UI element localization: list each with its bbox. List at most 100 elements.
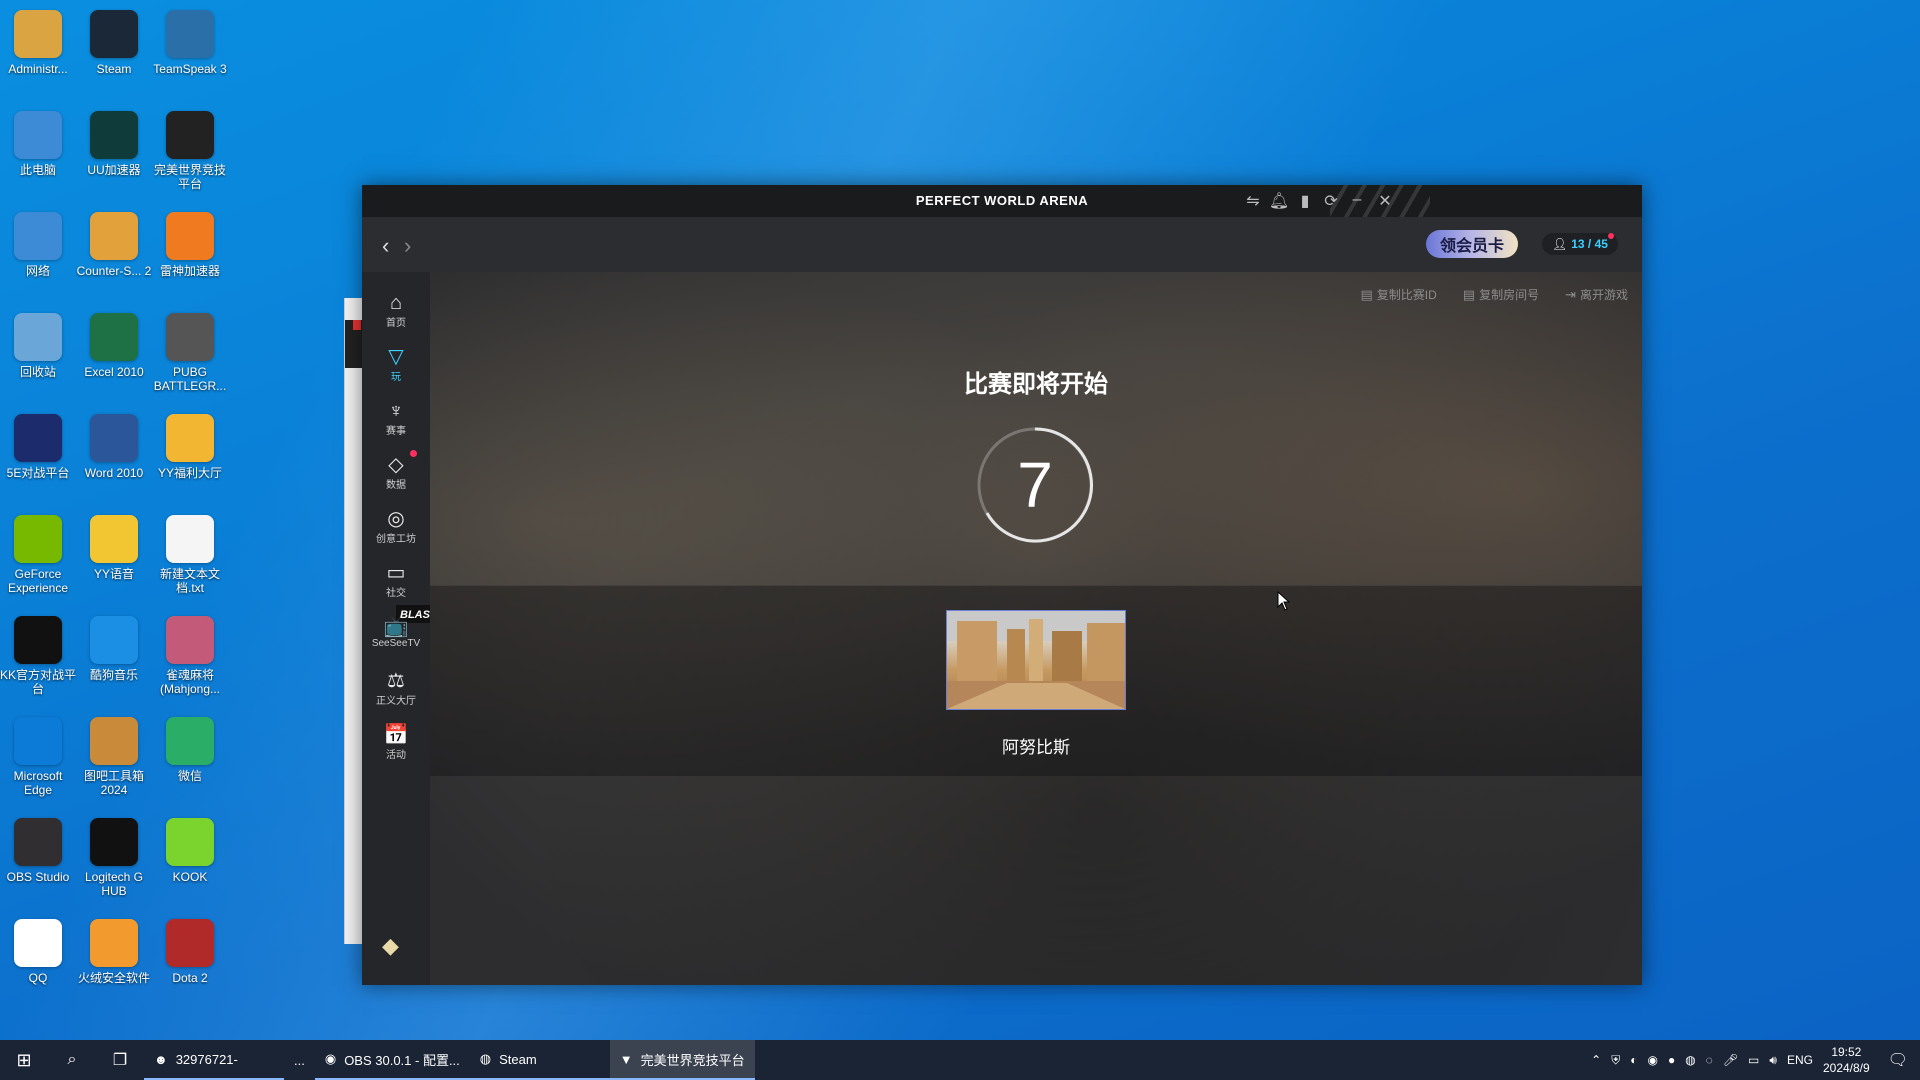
- start-button[interactable]: ⊞: [0, 1040, 48, 1080]
- desktop-icon[interactable]: 此电脑: [0, 111, 77, 177]
- sidebar-item-5[interactable]: ▭社交BLAST 秋季赛: [362, 562, 477, 623]
- tray-steam-icon[interactable]: ◌: [1706, 1053, 1713, 1067]
- desktop-icon-label: 图吧工具箱2024: [83, 769, 144, 797]
- tray-overflow-icon[interactable]: ⌃: [1591, 1053, 1601, 1067]
- copy-room-button[interactable]: ▤ 复制房间号: [1463, 286, 1539, 303]
- taskbar-item-2[interactable]: ◉ OBS 30.0.1 - 配置...: [314, 1040, 470, 1080]
- desktop-icon-label: GeForce Experience: [7, 567, 69, 595]
- desktop-icon-label: 微信: [177, 769, 202, 783]
- back-arrow-icon[interactable]: ‹: [382, 233, 389, 259]
- sidebar-item-6[interactable]: 📺 SeeSeeTV: [362, 616, 430, 649]
- taskbar-item-4[interactable]: ▼ 完美世界竞技平台: [609, 1040, 755, 1080]
- desktop-icon[interactable]: 完美世界竞技平台: [151, 111, 229, 191]
- taskbar-item-1[interactable]: ...: [284, 1040, 315, 1080]
- tray-app-icon[interactable]: ◍: [1685, 1053, 1695, 1067]
- desktop-icon[interactable]: 雀魂麻将(Mahjong...: [151, 616, 229, 696]
- taskbar-item-label: OBS 30.0.1 - 配置...: [344, 1052, 460, 1068]
- taskbar-item-0[interactable]: ☻ 32976721-: [144, 1040, 284, 1080]
- notification-dot: [410, 450, 417, 457]
- event-calendar-icon: 📅: [383, 724, 409, 746]
- obs-icon: [14, 818, 62, 866]
- desktop-icon[interactable]: Excel 2010: [75, 313, 153, 379]
- tray-network-icon[interactable]: ▭: [1748, 1053, 1759, 1067]
- close-button[interactable]: ✕: [1374, 191, 1396, 211]
- copy-icon: ▤: [1462, 286, 1476, 302]
- match-panel: ▤ 复制比赛ID ▤ 复制房间号 ⇥ 离开游戏 比赛即将开始 7 阿努比斯: [430, 272, 1642, 985]
- justice-scale-icon: ⚖: [387, 670, 405, 692]
- desktop-icon[interactable]: OBS Studio: [0, 818, 77, 884]
- clock[interactable]: 19:52 2024/8/9: [1823, 1044, 1870, 1076]
- desktop-icon[interactable]: YY福利大厅: [151, 414, 229, 480]
- match-toolbar: ▤ 复制比赛ID ▤ 复制房间号 ⇥ 离开游戏: [1360, 286, 1628, 303]
- desktop-icon[interactable]: 回收站: [0, 313, 77, 379]
- desktop-icon[interactable]: Administr...: [0, 10, 77, 76]
- desktop-icon[interactable]: Steam: [75, 10, 153, 76]
- online-friends-counter[interactable]: 👤︎ 13 / 45: [1542, 233, 1618, 255]
- desktop-icon-label: Word 2010: [84, 466, 144, 480]
- minimize-button[interactable]: –: [1346, 191, 1368, 211]
- vip-card-button[interactable]: 领会员卡: [1426, 230, 1518, 258]
- sidebar-item-7[interactable]: ⚖ 正义大厅: [362, 670, 430, 707]
- desktop-icon[interactable]: 新建文本文档.txt: [151, 515, 229, 595]
- tray-microphone-icon[interactable]: 🎤︎: [1723, 1053, 1738, 1067]
- desktop-icon[interactable]: Counter-S... 2: [75, 212, 153, 278]
- desktop-icon[interactable]: Logitech G HUB: [75, 818, 153, 898]
- desktop-icon[interactable]: YY语音: [75, 515, 153, 581]
- exit-icon: ⇥: [1565, 286, 1576, 302]
- sidebar-item-4[interactable]: ◎ 创意工坊: [362, 508, 430, 545]
- sidebar-item-2[interactable]: ♆ 赛事: [362, 400, 430, 437]
- refresh-icon[interactable]: ⟳: [1320, 191, 1342, 211]
- switch-icon[interactable]: ⇋: [1242, 191, 1264, 211]
- notification-center-icon[interactable]: 🗨︎: [1888, 1050, 1908, 1070]
- desktop-icon[interactable]: KOOK: [151, 818, 229, 884]
- desktop-icon-label: TeamSpeak 3: [153, 62, 227, 76]
- taskbar-item-3[interactable]: ◍ Steam: [469, 1040, 610, 1080]
- forward-arrow-icon[interactable]: ›: [404, 233, 411, 259]
- leave-game-button[interactable]: ⇥ 离开游戏: [1565, 286, 1628, 303]
- sidebar-item-3[interactable]: ◇ 数据: [362, 450, 430, 491]
- sidebar-item-8[interactable]: 📅 活动: [362, 724, 430, 761]
- tray-app-icon[interactable]: ◐: [1630, 1053, 1637, 1067]
- perfect-world-arena-icon: [166, 111, 214, 159]
- tray-yy-icon[interactable]: ●: [1668, 1053, 1675, 1067]
- tray-app-icon[interactable]: ◉: [1647, 1053, 1657, 1067]
- data-diamond-icon: ◇: [388, 454, 404, 476]
- desktop-icon[interactable]: Dota 2: [151, 919, 229, 985]
- desktop-icon[interactable]: PUBG BATTLEGR...: [151, 313, 229, 393]
- desktop-icon[interactable]: 5E对战平台: [0, 414, 77, 480]
- desktop-icon[interactable]: 酷狗音乐: [75, 616, 153, 682]
- yy-welfare-icon: [166, 414, 214, 462]
- task-view-icon[interactable]: ❐: [96, 1040, 144, 1080]
- desktop-icon[interactable]: 图吧工具箱2024: [75, 717, 153, 797]
- bell-icon[interactable]: 🔔︎: [1268, 191, 1290, 211]
- desktop-icon[interactable]: 雷神加速器: [151, 212, 229, 278]
- desktop-icon[interactable]: Word 2010: [75, 414, 153, 480]
- signal-icon[interactable]: ▮: [1294, 191, 1316, 211]
- desktop-icon[interactable]: GeForce Experience: [0, 515, 77, 595]
- desktop-icon-label: Excel 2010: [84, 365, 144, 379]
- social-chat-icon: ▭: [386, 562, 406, 584]
- desktop-icon[interactable]: 微信: [151, 717, 229, 783]
- sidebar-item-1[interactable]: ▽ 玩: [362, 346, 430, 383]
- desktop-icon[interactable]: 网络: [0, 212, 77, 278]
- desktop-icon-label: Steam: [96, 62, 132, 76]
- desktop-icon-label: 雀魂麻将(Mahjong...: [159, 668, 221, 696]
- desktop-icon[interactable]: Microsoft Edge: [0, 717, 77, 797]
- taskbar-item-label: Steam: [499, 1051, 537, 1067]
- app-logo-icon[interactable]: ◆: [382, 933, 399, 959]
- search-icon[interactable]: ⌕: [48, 1040, 96, 1080]
- recycle-bin-icon: [14, 313, 62, 361]
- sidebar-item-0[interactable]: ⌂ 首页: [362, 292, 430, 329]
- desktop-icon[interactable]: TeamSpeak 3: [151, 10, 229, 76]
- network-icon: [14, 212, 62, 260]
- match-status-title: 比赛即将开始: [964, 371, 1108, 398]
- desktop-icon[interactable]: UU加速器: [75, 111, 153, 177]
- tray-shield-icon[interactable]: ⛨: [1611, 1053, 1620, 1068]
- desktop-icon[interactable]: 火绒安全软件: [75, 919, 153, 985]
- desktop-icon[interactable]: KK官方对战平台: [0, 616, 77, 696]
- copy-match-id-button[interactable]: ▤ 复制比赛ID: [1360, 286, 1436, 303]
- language-indicator[interactable]: ENG: [1787, 1053, 1813, 1067]
- taskbar-item-label: 完美世界竞技平台: [640, 1052, 745, 1068]
- desktop-icon[interactable]: QQ: [0, 919, 77, 985]
- tray-volume-icon[interactable]: 🔊︎: [1769, 1053, 1777, 1068]
